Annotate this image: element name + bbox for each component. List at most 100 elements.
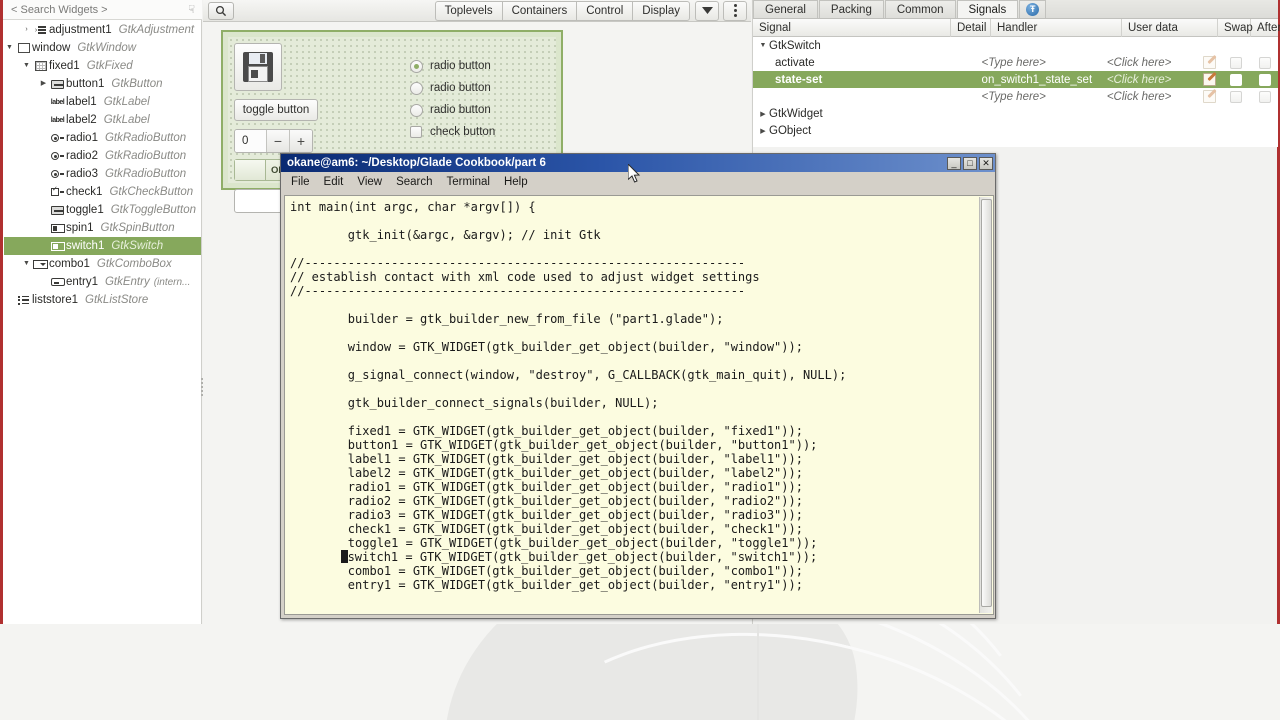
tab-signals[interactable]: Signals (956, 0, 1019, 18)
tree-item-entry1[interactable]: entry1 GtkEntry (intern... (4, 273, 201, 291)
edit-cell[interactable] (1199, 88, 1221, 105)
tree-item-button1[interactable]: ▶ button1 GtkButton (4, 75, 201, 93)
tree-item-spin1[interactable]: spin1 GtkSpinButton (4, 219, 201, 237)
terminal-scrollbar-thumb[interactable] (981, 199, 992, 607)
expander-arrow-icon[interactable]: › (21, 21, 32, 39)
user-data-cell[interactable]: <Click here> (1107, 88, 1199, 105)
signal-row[interactable]: <Type here> <Click here> (753, 88, 1278, 105)
after-checkbox[interactable] (1259, 90, 1272, 103)
handler-cell[interactable]: <Type here> (982, 88, 1107, 105)
terminal-output-area[interactable]: int main(int argc, char *argv[]) { gtk_i… (284, 195, 994, 615)
signal-group-row[interactable]: ▶ GObject (753, 122, 1278, 139)
spin-value[interactable]: 0 (235, 130, 266, 152)
switch-knob[interactable] (235, 160, 266, 180)
edit-pencil-icon[interactable] (1203, 56, 1217, 69)
tree-item-adjustment1[interactable]: › › adjustment1 GtkAdjustment (4, 21, 201, 39)
detail-cell[interactable] (951, 105, 991, 122)
after-cell[interactable] (1251, 105, 1278, 122)
user-data-cell[interactable]: <Click here> (1107, 54, 1199, 71)
terminal-menu-search[interactable]: Search (396, 176, 432, 188)
expander-arrow-icon[interactable]: ▼ (21, 57, 32, 75)
expander-arrow-icon[interactable]: ▼ (757, 42, 769, 49)
edit-pencil-icon[interactable] (1203, 73, 1217, 86)
swap-cell[interactable] (1221, 54, 1253, 71)
tab-general[interactable]: General (753, 0, 818, 18)
tree-item-radio2[interactable]: radio2 GtkRadioButton (4, 147, 201, 165)
tree-item-label1[interactable]: label label1 GtkLabel (4, 93, 201, 111)
tree-item-switch1[interactable]: switch1 GtkSwitch (4, 237, 201, 255)
tree-item-radio1[interactable]: radio1 GtkRadioButton (4, 129, 201, 147)
handler-cell[interactable]: <Type here> (982, 54, 1107, 71)
user-data-cell[interactable]: <Click here> (1107, 71, 1199, 88)
palette-button-control[interactable]: Control (576, 0, 633, 21)
palette-button-containers[interactable]: Containers (501, 0, 577, 21)
detail-cell[interactable] (943, 88, 981, 105)
swap-cell[interactable] (1218, 122, 1251, 139)
minimize-button[interactable]: _ (947, 156, 961, 170)
expander-arrow-icon[interactable]: ▶ (757, 127, 769, 135)
edit-pencil-icon[interactable] (1203, 90, 1217, 103)
swap-cell[interactable] (1221, 71, 1253, 88)
terminal-menu-help[interactable]: Help (504, 176, 528, 188)
after-cell[interactable] (1252, 88, 1278, 105)
after-cell[interactable] (1251, 122, 1278, 139)
property-tabs[interactable]: General Packing Common Signals Ŧ (753, 0, 1278, 19)
after-checkbox[interactable] (1259, 73, 1272, 86)
handler-cell[interactable] (991, 37, 1122, 54)
search-button[interactable] (208, 1, 234, 20)
handler-cell[interactable] (991, 105, 1122, 122)
terminal-scrollbar[interactable] (979, 197, 992, 613)
detail-cell[interactable] (943, 54, 981, 71)
tree-item-liststore1[interactable]: liststore1 GtkListStore (4, 291, 201, 309)
radio-indicator-icon[interactable] (410, 81, 423, 95)
filter-icon[interactable]: ☟ (188, 3, 195, 16)
tree-item-window[interactable]: ▼ window GtkWindow (4, 39, 201, 57)
tree-item-radio3[interactable]: radio3 GtkRadioButton (4, 165, 201, 183)
expander-arrow-icon[interactable]: ▼ (21, 255, 32, 273)
design-check-button[interactable]: check button (410, 121, 495, 143)
after-cell[interactable] (1252, 71, 1278, 88)
palette-button-display[interactable]: Display (632, 0, 690, 21)
user-data-cell[interactable] (1122, 122, 1218, 139)
design-radio-button-3[interactable]: radio button (410, 99, 495, 121)
detail-cell[interactable] (943, 71, 981, 88)
detail-cell[interactable] (951, 37, 991, 54)
spin-decrement-button[interactable]: − (266, 130, 289, 152)
palette-button-toplevels[interactable]: Toplevels (434, 0, 502, 21)
handler-cell[interactable]: on_switch1_state_set (982, 71, 1107, 88)
radio-indicator-icon[interactable] (410, 59, 423, 73)
detail-cell[interactable] (951, 122, 991, 139)
terminal-menu-terminal[interactable]: Terminal (447, 176, 490, 188)
tab-common[interactable]: Common (884, 0, 956, 18)
edit-cell[interactable] (1199, 71, 1221, 88)
swap-checkbox[interactable] (1230, 90, 1243, 103)
terminal-menu-file[interactable]: File (291, 176, 310, 188)
search-widgets-bar[interactable]: < Search Widgets > ☟ (3, 0, 202, 20)
signal-group-row[interactable]: ▶ GtkWidget (753, 105, 1278, 122)
handler-cell[interactable] (991, 122, 1122, 139)
expander-arrow-icon[interactable]: ▶ (757, 110, 769, 118)
palette-category-buttons[interactable]: Toplevels Containers Control Display (434, 0, 690, 21)
signal-group-row[interactable]: ▼ GtkSwitch (753, 37, 1278, 54)
design-radio-button-2[interactable]: radio button (410, 77, 495, 99)
checkbox-indicator-icon[interactable] (410, 126, 422, 138)
signal-row[interactable]: state-set on_switch1_state_set <Click here… (753, 71, 1278, 88)
swap-checkbox[interactable] (1230, 56, 1243, 69)
terminal-menu-view[interactable]: View (357, 176, 382, 188)
tree-item-fixed1[interactable]: ▼ fixed1 GtkFixed (4, 57, 201, 75)
expander-arrow-icon[interactable]: ▶ (38, 75, 49, 93)
terminal-window[interactable]: okane@am6: ~/Desktop/Glade Cookbook/part… (280, 153, 996, 619)
tab-accessibility[interactable]: Ŧ (1019, 0, 1047, 18)
design-toggle-button[interactable]: toggle button (234, 99, 318, 121)
tree-item-combo1[interactable]: ▼ combo1 GtkComboBox (4, 255, 201, 273)
terminal-menu-edit[interactable]: Edit (324, 176, 344, 188)
swap-cell[interactable] (1221, 88, 1253, 105)
spin-increment-button[interactable]: + (289, 130, 312, 152)
edit-cell[interactable] (1199, 54, 1221, 71)
widget-tree[interactable]: › › adjustment1 GtkAdjustment ▼ window GtkWind… (4, 21, 201, 621)
after-cell[interactable] (1252, 54, 1278, 71)
overflow-menu-button[interactable] (723, 0, 747, 21)
user-data-cell[interactable] (1122, 105, 1218, 122)
tree-item-label2[interactable]: label label2 GtkLabel (4, 111, 201, 129)
palette-dropdown-button[interactable] (695, 0, 719, 21)
